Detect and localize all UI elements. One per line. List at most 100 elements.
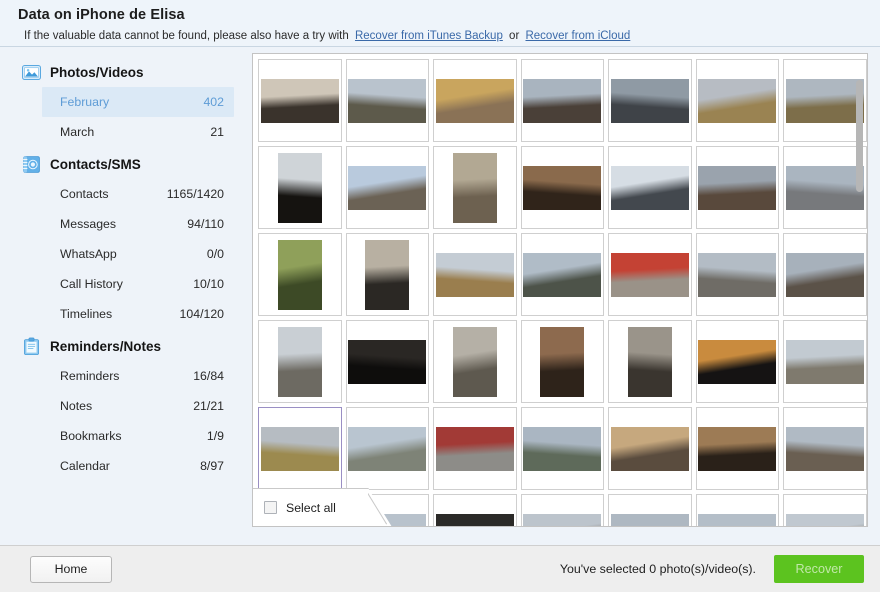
photo-thumbnail-cell[interactable] xyxy=(608,233,692,316)
photo-thumbnail-cell[interactable] xyxy=(783,494,867,526)
photo-thumbnail-image xyxy=(348,165,427,210)
photo-thumbnail-image xyxy=(277,326,322,397)
link-recover-from-icloud[interactable]: Recover from iCloud xyxy=(525,30,630,42)
sidebar-group-photos-videos[interactable]: Photos/Videos xyxy=(0,57,248,87)
photo-thumbnail-cell[interactable] xyxy=(608,494,692,526)
select-all-corner-cut xyxy=(368,488,392,526)
sidebar-item-timelines[interactable]: Timelines 104/120 xyxy=(42,299,234,329)
photo-thumbnail-cell[interactable] xyxy=(783,146,867,229)
sidebar-group-label: Reminders/Notes xyxy=(50,338,162,354)
photo-thumbnail-cell[interactable] xyxy=(520,146,604,229)
photo-thumbnail-cell[interactable] xyxy=(783,320,867,403)
sidebar-item-count: 1/9 xyxy=(206,429,224,443)
header: Data on iPhone de Elisa If the valuable … xyxy=(0,0,880,47)
grid-scrollbar[interactable] xyxy=(855,58,864,522)
photo-thumbnail-image xyxy=(435,252,514,297)
sidebar-item-count: 21 xyxy=(210,125,224,139)
photo-thumbnail-image xyxy=(698,513,777,526)
recover-button[interactable]: Recover xyxy=(774,555,864,583)
body: Photos/Videos February 402 March 21 Contacts/… xyxy=(0,47,880,545)
sidebar: Photos/Videos February 402 March 21 Contacts/… xyxy=(0,47,248,545)
clipboard-icon xyxy=(22,337,41,356)
photo-thumbnail-cell[interactable] xyxy=(258,320,342,403)
footer-right: You've selected 0 photo(s)/video(s). Rec… xyxy=(560,555,864,583)
photo-thumbnail-cell[interactable] xyxy=(258,407,342,490)
photo-thumbnail-cell[interactable] xyxy=(258,146,342,229)
photo-thumbnail-cell[interactable] xyxy=(433,320,517,403)
sidebar-item-label: Call History xyxy=(60,277,123,291)
photo-thumbnail-image xyxy=(698,426,777,471)
sidebar-item-whatsapp[interactable]: WhatsApp 0/0 xyxy=(42,239,234,269)
photo-thumbnail-cell[interactable] xyxy=(433,146,517,229)
photo-thumbnail-cell[interactable] xyxy=(258,59,342,142)
photo-thumbnail-cell[interactable] xyxy=(258,233,342,316)
header-subtitle: If the valuable data cannot be found, pl… xyxy=(18,24,880,44)
sidebar-item-label: Notes xyxy=(60,399,93,413)
photo-thumbnail-image xyxy=(627,326,672,397)
photo-thumbnail-cell[interactable] xyxy=(345,320,429,403)
sidebar-item-bookmarks[interactable]: Bookmarks 1/9 xyxy=(42,421,234,451)
grid-scrollbar-thumb[interactable] xyxy=(856,80,863,192)
recovery-window: Data on iPhone de Elisa If the valuable … xyxy=(0,0,880,592)
sidebar-item-march[interactable]: March 21 xyxy=(42,117,234,147)
select-all-checkbox[interactable] xyxy=(264,501,277,514)
photo-thumbnail-image xyxy=(452,152,497,223)
photo-thumbnail-image xyxy=(610,252,689,297)
sidebar-group-label: Contacts/SMS xyxy=(50,156,141,172)
photo-thumbnail-cell[interactable] xyxy=(433,494,517,526)
select-all-control[interactable]: Select all xyxy=(253,488,392,526)
sidebar-group-contacts-sms[interactable]: Contacts/SMS xyxy=(0,149,248,179)
sidebar-item-february[interactable]: February 402 xyxy=(42,87,234,117)
photo-thumbnail-cell[interactable] xyxy=(433,407,517,490)
sidebar-item-count: 1165/1420 xyxy=(166,187,224,201)
sidebar-item-call-history[interactable]: Call History 10/10 xyxy=(42,269,234,299)
photo-thumbnail-cell[interactable] xyxy=(345,59,429,142)
photo-thumbnail-cell[interactable] xyxy=(695,59,779,142)
photo-grid xyxy=(253,54,867,526)
photo-thumbnail-cell[interactable] xyxy=(520,320,604,403)
sidebar-item-label: Bookmarks xyxy=(60,429,122,443)
photo-thumbnail-cell[interactable] xyxy=(783,59,867,142)
sidebar-item-messages[interactable]: Messages 94/110 xyxy=(42,209,234,239)
photo-thumbnail-image xyxy=(435,426,514,471)
sidebar-item-count: 10/10 xyxy=(193,277,224,291)
sidebar-item-label: Contacts xyxy=(60,187,109,201)
photo-thumbnail-cell[interactable] xyxy=(608,320,692,403)
photo-thumbnail-cell[interactable] xyxy=(608,146,692,229)
photo-thumbnail-cell[interactable] xyxy=(695,146,779,229)
photo-thumbnail-cell[interactable] xyxy=(433,233,517,316)
sidebar-item-label: February xyxy=(60,95,110,109)
photo-thumbnail-cell[interactable] xyxy=(345,146,429,229)
photo-thumbnail-image xyxy=(260,78,339,123)
photo-thumbnail-image xyxy=(277,239,322,310)
photo-thumbnail-cell[interactable] xyxy=(695,233,779,316)
photo-thumbnail-cell[interactable] xyxy=(608,59,692,142)
sidebar-item-reminders[interactable]: Reminders 16/84 xyxy=(42,361,234,391)
photo-thumbnail-cell[interactable] xyxy=(783,407,867,490)
photo-thumbnail-cell[interactable] xyxy=(520,233,604,316)
sidebar-item-contacts[interactable]: Contacts 1165/1420 xyxy=(42,179,234,209)
photo-thumbnail-cell[interactable] xyxy=(520,59,604,142)
photo-thumbnail-cell[interactable] xyxy=(695,407,779,490)
sidebar-item-label: Reminders xyxy=(60,369,120,383)
footer: Home You've selected 0 photo(s)/video(s)… xyxy=(0,545,880,592)
photo-thumbnail-cell[interactable] xyxy=(345,233,429,316)
photo-thumbnail-image xyxy=(785,426,864,471)
photo-icon xyxy=(22,63,41,82)
photo-thumbnail-cell[interactable] xyxy=(783,233,867,316)
link-recover-from-itunes-backup[interactable]: Recover from iTunes Backup xyxy=(355,30,503,42)
header-subtitle-text: If the valuable data cannot be found, pl… xyxy=(24,30,349,42)
photo-thumbnail-cell[interactable] xyxy=(345,407,429,490)
sidebar-item-notes[interactable]: Notes 21/21 xyxy=(42,391,234,421)
sidebar-item-count: 94/110 xyxy=(187,217,224,231)
home-button[interactable]: Home xyxy=(30,555,112,583)
photo-thumbnail-cell[interactable] xyxy=(695,494,779,526)
photo-thumbnail-cell[interactable] xyxy=(433,59,517,142)
photo-thumbnail-image xyxy=(698,165,777,210)
photo-thumbnail-cell[interactable] xyxy=(608,407,692,490)
photo-thumbnail-cell[interactable] xyxy=(520,407,604,490)
photo-thumbnail-cell[interactable] xyxy=(695,320,779,403)
sidebar-group-reminders-notes[interactable]: Reminders/Notes xyxy=(0,331,248,361)
sidebar-item-calendar[interactable]: Calendar 8/97 xyxy=(42,451,234,481)
photo-thumbnail-cell[interactable] xyxy=(520,494,604,526)
